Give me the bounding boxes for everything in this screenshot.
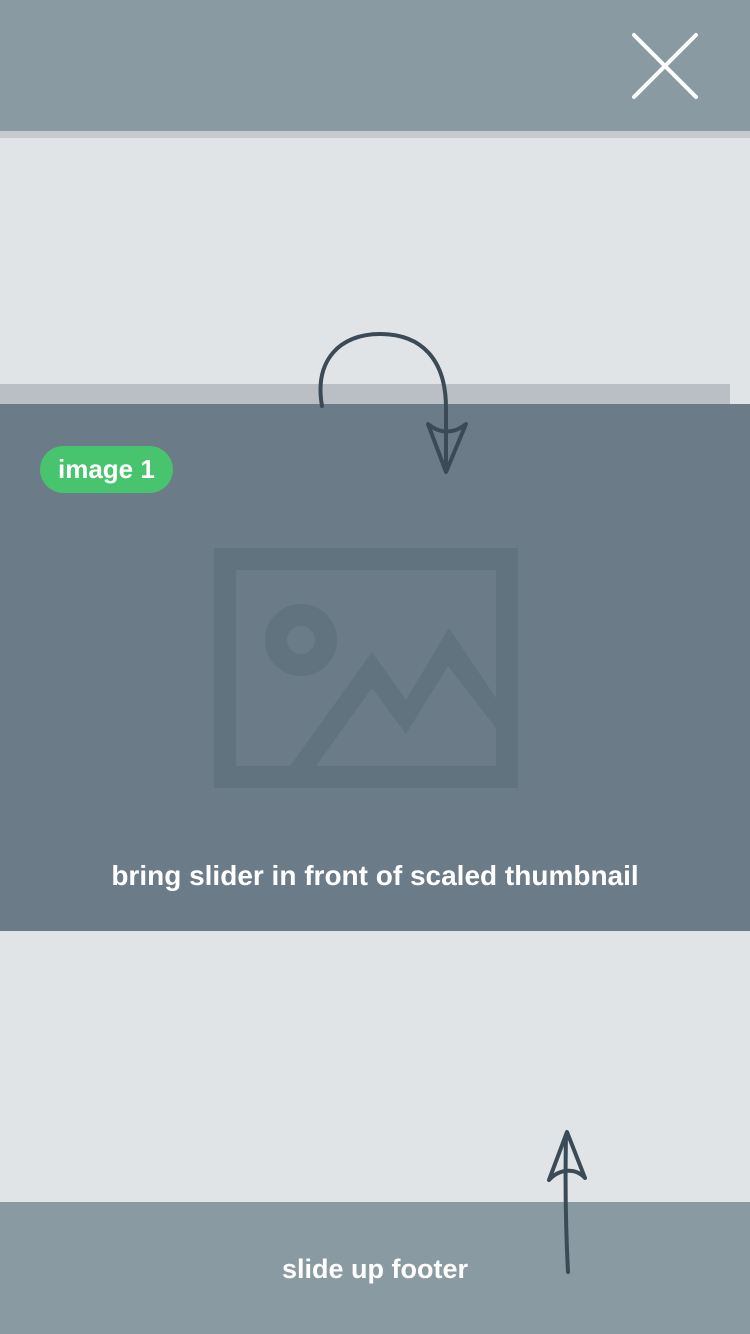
footer-label: slide up footer — [281, 1254, 468, 1284]
close-icon — [632, 33, 698, 99]
close-button[interactable] — [626, 27, 704, 105]
screen: image 1 bring slider in front of scaled … — [0, 0, 750, 1334]
slider-caption: bring slider in front of scaled thumbnai… — [111, 860, 639, 891]
image-placeholder-icon — [214, 548, 518, 788]
header-divider — [0, 131, 750, 138]
scaled-thumbnail — [0, 384, 730, 404]
image-badge: image 1 — [40, 446, 173, 493]
